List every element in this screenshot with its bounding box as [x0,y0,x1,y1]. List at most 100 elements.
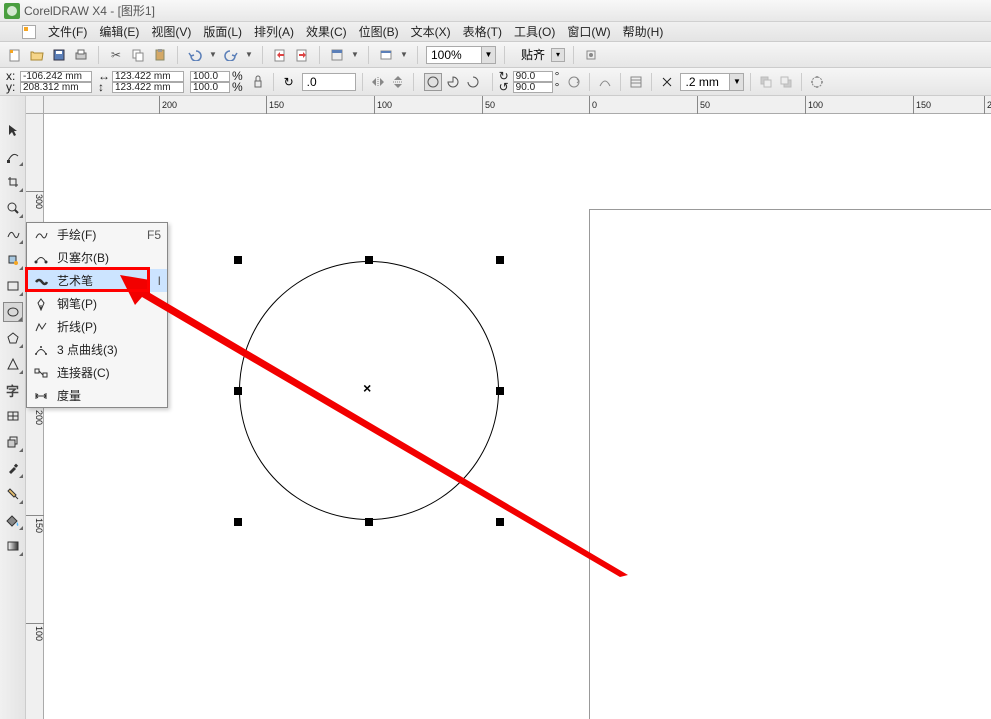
text-tool[interactable]: 字 [3,380,23,400]
flyout-connector[interactable]: 连接器(C) [27,361,167,384]
standard-toolbar: ✂ ▼ ▼ ▼ ▼ 100% ▼ 贴齐 ▾ [0,42,991,68]
smart-fill-tool[interactable] [3,250,23,270]
options-button[interactable] [582,46,600,64]
convert-to-curves-button[interactable] [808,73,826,91]
mirror-h-button[interactable] [369,73,387,91]
outline-width-input[interactable]: .2 mm ▼ [680,73,744,91]
ruler-horizontal[interactable]: 200 150 100 50 0 50 100 150 20 [44,96,991,114]
redo-dropdown[interactable]: ▼ [244,46,254,64]
wrap-text-button[interactable] [627,73,645,91]
to-curve-button[interactable] [596,73,614,91]
outline-dropdown-icon[interactable]: ▼ [729,74,743,90]
eyedropper-tool[interactable] [3,458,23,478]
save-button[interactable] [50,46,68,64]
selection-handle-s[interactable] [365,518,373,526]
selection-handle-nw[interactable] [234,256,242,264]
menu-window[interactable]: 窗口(W) [561,21,616,42]
flyout-bezier[interactable]: 贝塞尔(B) [27,246,167,269]
open-button[interactable] [28,46,46,64]
menu-bitmaps[interactable]: 位图(B) [353,21,405,42]
end-angle-input[interactable]: 90.0 [513,82,553,93]
rectangle-tool[interactable] [3,276,23,296]
selection-handle-e[interactable] [496,387,504,395]
zoom-level-input[interactable]: 100% ▼ [426,46,496,64]
menu-effects[interactable]: 效果(C) [300,21,353,42]
export-button[interactable] [293,46,311,64]
snap-label[interactable]: 贴齐 [521,46,545,63]
app-launcher-dropdown[interactable]: ▼ [350,46,360,64]
print-button[interactable] [72,46,90,64]
app-launcher-button[interactable] [328,46,346,64]
ruler-v-tick: 100 [26,623,44,641]
to-back-button[interactable] [777,73,795,91]
drawing-surface[interactable]: × [44,114,991,719]
basic-shapes-tool[interactable] [3,354,23,374]
menu-file[interactable]: 文件(F) [42,21,93,42]
freehand-tool[interactable] [3,224,23,244]
outline-tool[interactable] [3,484,23,504]
mirror-v-button[interactable] [389,73,407,91]
paste-button[interactable] [151,46,169,64]
undo-dropdown[interactable]: ▼ [208,46,218,64]
menu-tools[interactable]: 工具(O) [508,21,561,42]
ellipse-mode-pie[interactable] [444,73,462,91]
flyout-dimension[interactable]: 度量 [27,384,167,407]
to-front-button[interactable] [757,73,775,91]
menu-text[interactable]: 文本(X) [405,21,457,42]
menu-edit[interactable]: 编辑(E) [93,21,145,42]
flyout-3point-curve[interactable]: 3 点曲线(3) [27,338,167,361]
menu-arrange[interactable]: 排列(A) [248,21,300,42]
start-angle-input[interactable]: 90.0 [513,71,553,82]
flyout-pen[interactable]: 钢笔(P) [27,292,167,315]
scale-x-input[interactable]: 100.0 [190,71,230,82]
selection-handle-w[interactable] [234,387,242,395]
selection-handle-ne[interactable] [496,256,504,264]
cut-button[interactable]: ✂ [107,46,125,64]
welcome-dropdown[interactable]: ▼ [399,46,409,64]
x-position-input[interactable]: -106.242 mm [20,71,92,82]
new-button[interactable] [6,46,24,64]
menu-layout[interactable]: 版面(L) [197,21,248,42]
ellipse-mode-full[interactable] [424,73,442,91]
welcome-button[interactable] [377,46,395,64]
rotation-input[interactable]: .0 [302,73,356,91]
shape-tool[interactable] [3,146,23,166]
selection-handle-n[interactable] [365,256,373,264]
import-button[interactable] [271,46,289,64]
copy-button[interactable] [129,46,147,64]
menu-table[interactable]: 表格(T) [457,21,508,42]
snap-dropdown-icon[interactable]: ▾ [551,48,565,62]
pick-tool[interactable] [3,120,23,140]
ellipse-mode-arc[interactable] [464,73,482,91]
interactive-fill-tool[interactable] [3,536,23,556]
zoom-dropdown-icon[interactable]: ▼ [481,47,495,63]
menu-help[interactable]: 帮助(H) [617,21,670,42]
table-tool[interactable] [3,406,23,426]
flyout-polyline[interactable]: 折线(P) [27,315,167,338]
redo-button[interactable] [222,46,240,64]
polygon-tool[interactable] [3,328,23,348]
scale-y-input[interactable]: 100.0 [190,82,230,93]
ellipse-tool[interactable] [3,302,23,322]
arc-direction-button[interactable] [565,73,583,91]
interactive-tool[interactable] [3,432,23,452]
selection-handle-se[interactable] [496,518,504,526]
flyout-freehand[interactable]: 手绘(F) F5 [27,223,167,246]
canvas-area[interactable]: 200 150 100 50 0 50 100 150 20 300 250 2… [26,96,991,719]
selection-handle-sw[interactable] [234,518,242,526]
width-input[interactable]: 123.422 mm [112,71,184,82]
y-position-input[interactable]: 208.312 mm [20,82,92,93]
flyout-artistic-media[interactable]: 艺术笔 I [27,269,167,292]
height-input[interactable]: 123.422 mm [112,82,184,93]
flyout-freehand-shortcut: F5 [147,228,161,242]
lock-ratio-button[interactable] [249,73,267,91]
ruler-v-tick: 300 [26,191,44,209]
connector-icon [33,366,49,380]
undo-button[interactable] [186,46,204,64]
fill-tool[interactable] [3,510,23,530]
menu-view[interactable]: 视图(V) [145,21,197,42]
zoom-tool[interactable] [3,198,23,218]
ruler-origin[interactable] [26,96,44,114]
crop-tool[interactable] [3,172,23,192]
flyout-bezier-label: 贝塞尔(B) [57,249,161,266]
